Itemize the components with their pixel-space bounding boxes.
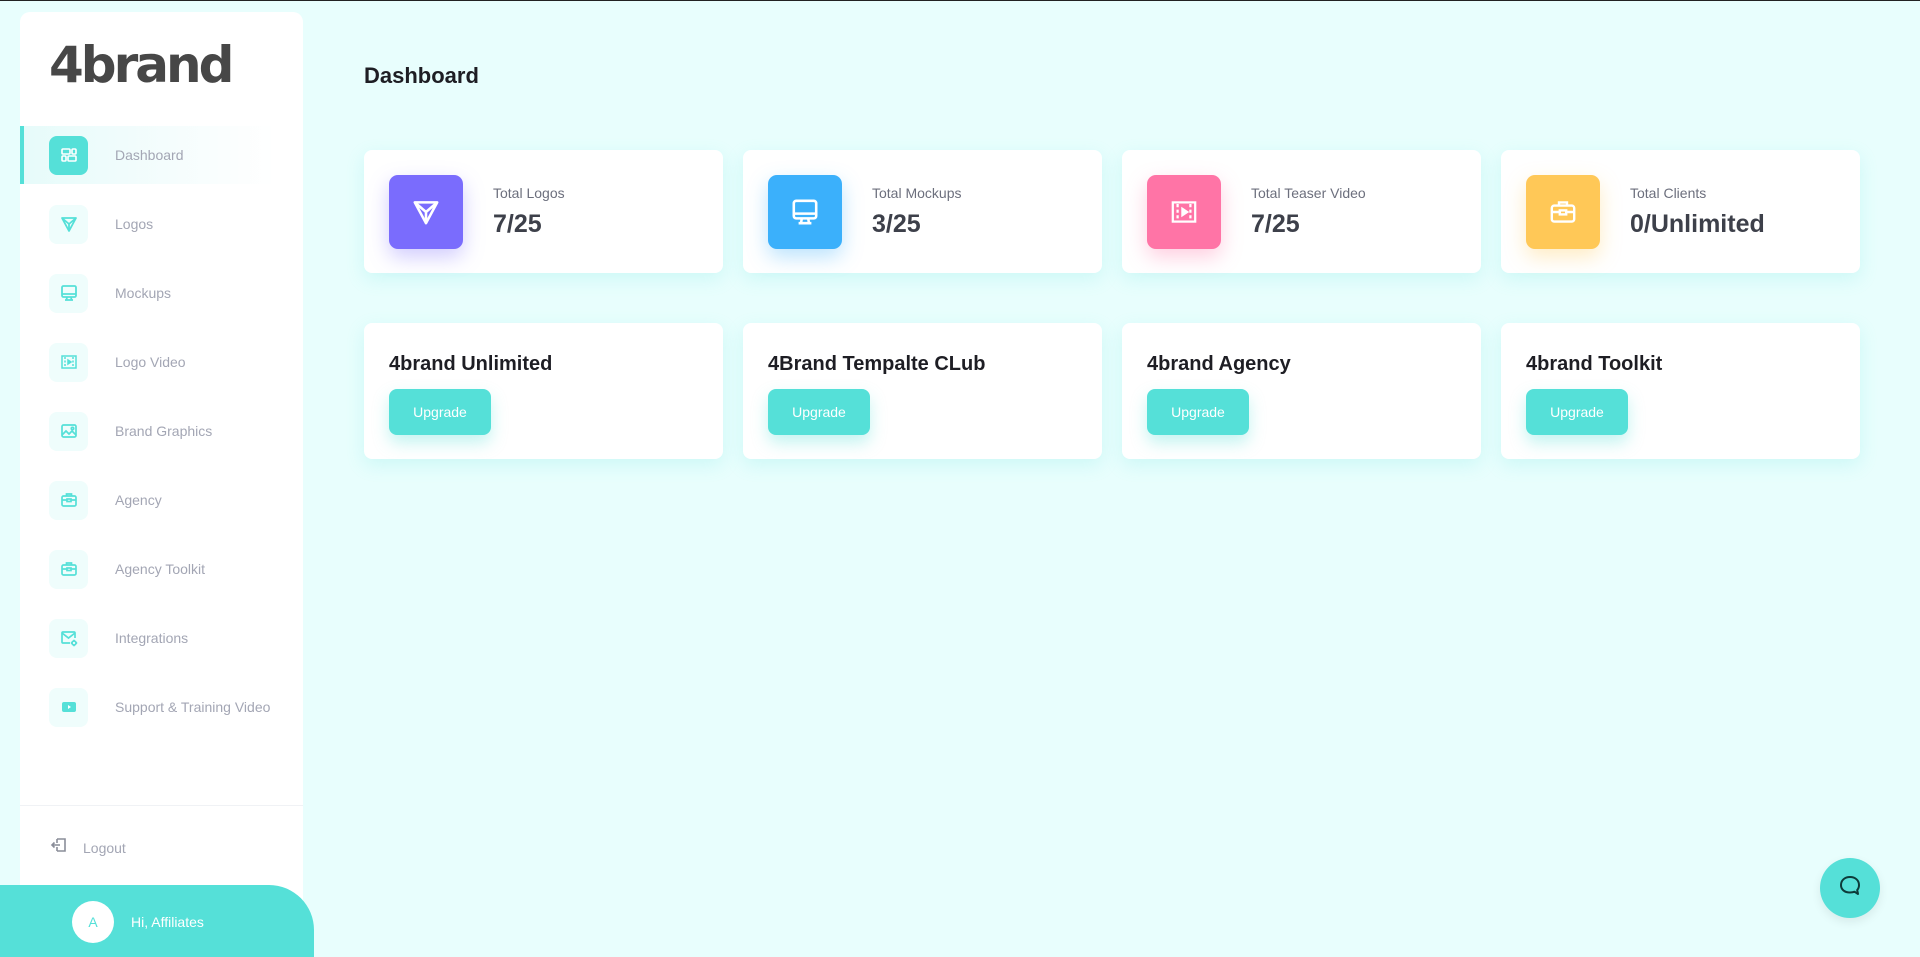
sidebar-item-label: Brand Graphics [115,423,213,439]
briefcase-icon [49,549,88,589]
sidebar-nav: Dashboard Logos Mockups Logo Video Brand… [20,126,303,747]
sidebar-item-mockups[interactable]: Mockups [20,264,303,322]
stat-value: 3/25 [872,209,921,238]
mail-settings-icon [49,618,88,658]
sidebar-item-support-training-video[interactable]: Support & Training Video [20,678,303,736]
plan-card-unlimited: 4brand Unlimited Upgrade [364,323,723,459]
sidebar: 4brand Dashboard Logos Mockups Logo Vide… [20,12,303,957]
user-profile-bar[interactable]: A Hi, Affiliates [0,885,314,957]
stat-value: 0/Unlimited [1630,209,1765,238]
sidebar-item-label: Agency [115,492,162,508]
youtube-icon [49,687,88,727]
stat-card-teaser-video: Total Teaser Video 7/25 [1122,150,1481,273]
stat-card-logos: Total Logos 7/25 [364,150,723,273]
plan-title: 4brand Agency [1147,353,1291,375]
stat-label: Total Logos [493,184,565,201]
stat-card-clients: Total Clients 0/Unlimited [1501,150,1860,273]
sidebar-item-brand-graphics[interactable]: Brand Graphics [20,402,303,460]
video-icon [49,342,88,382]
user-greeting: Hi, Affiliates [131,913,204,930]
stat-value: 7/25 [1251,209,1300,238]
briefcase-icon [1526,174,1600,249]
image-icon [49,411,88,451]
dashboard-icon [49,135,88,175]
sidebar-item-integrations[interactable]: Integrations [20,609,303,667]
logout-label: Logout [83,839,126,856]
stat-label: Total Mockups [872,184,962,201]
upgrade-button[interactable]: Upgrade [1147,389,1249,435]
plans-row: 4brand Unlimited Upgrade 4Brand Tempalte… [364,323,1860,459]
sidebar-item-label: Mockups [115,285,172,301]
stat-label: Total Clients [1630,184,1707,201]
sidebar-item-label: Dashboard [115,147,184,163]
sidebar-item-label: Logo Video [115,354,186,370]
brand-logo[interactable]: 4brand [49,36,234,94]
upgrade-button[interactable]: Upgrade [1526,389,1628,435]
plan-title: 4Brand Tempalte CLub [768,353,986,375]
chat-icon [1837,873,1863,904]
sidebar-item-agency[interactable]: Agency [20,471,303,529]
logos-icon [389,174,463,249]
monitor-icon [49,273,88,313]
sidebar-item-logo-video[interactable]: Logo Video [20,333,303,391]
plan-card-toolkit: 4brand Toolkit Upgrade [1501,323,1860,459]
sidebar-item-label: Logos [115,216,154,232]
sidebar-item-label: Agency Toolkit [115,561,206,577]
stat-value: 7/25 [493,209,542,238]
sidebar-item-agency-toolkit[interactable]: Agency Toolkit [20,540,303,598]
plan-card-agency: 4brand Agency Upgrade [1122,323,1481,459]
page-title: Dashboard [364,63,479,88]
briefcase-icon [49,480,88,520]
sidebar-item-logos[interactable]: Logos [20,195,303,253]
stat-label: Total Teaser Video [1251,184,1366,201]
plan-card-template-club: 4Brand Tempalte CLub Upgrade [743,323,1102,459]
plan-title: 4brand Toolkit [1526,353,1663,375]
sidebar-item-label: Integrations [115,630,189,646]
chat-button[interactable] [1820,858,1880,918]
upgrade-button[interactable]: Upgrade [389,389,491,435]
video-icon [1147,174,1221,249]
sidebar-item-label: Support & Training Video [115,699,271,715]
avatar: A [72,900,114,943]
sidebar-item-dashboard[interactable]: Dashboard [20,126,275,184]
stats-row: Total Logos 7/25 Total Mockups 3/25 Tota… [364,150,1860,273]
plan-title: 4brand Unlimited [389,353,553,375]
sidebar-divider [20,805,303,806]
monitor-icon [768,174,842,249]
logos-icon [49,204,88,244]
upgrade-button[interactable]: Upgrade [768,389,870,435]
stat-card-mockups: Total Mockups 3/25 [743,150,1102,273]
logout-button[interactable]: Logout [49,835,126,860]
logout-icon [49,835,69,860]
